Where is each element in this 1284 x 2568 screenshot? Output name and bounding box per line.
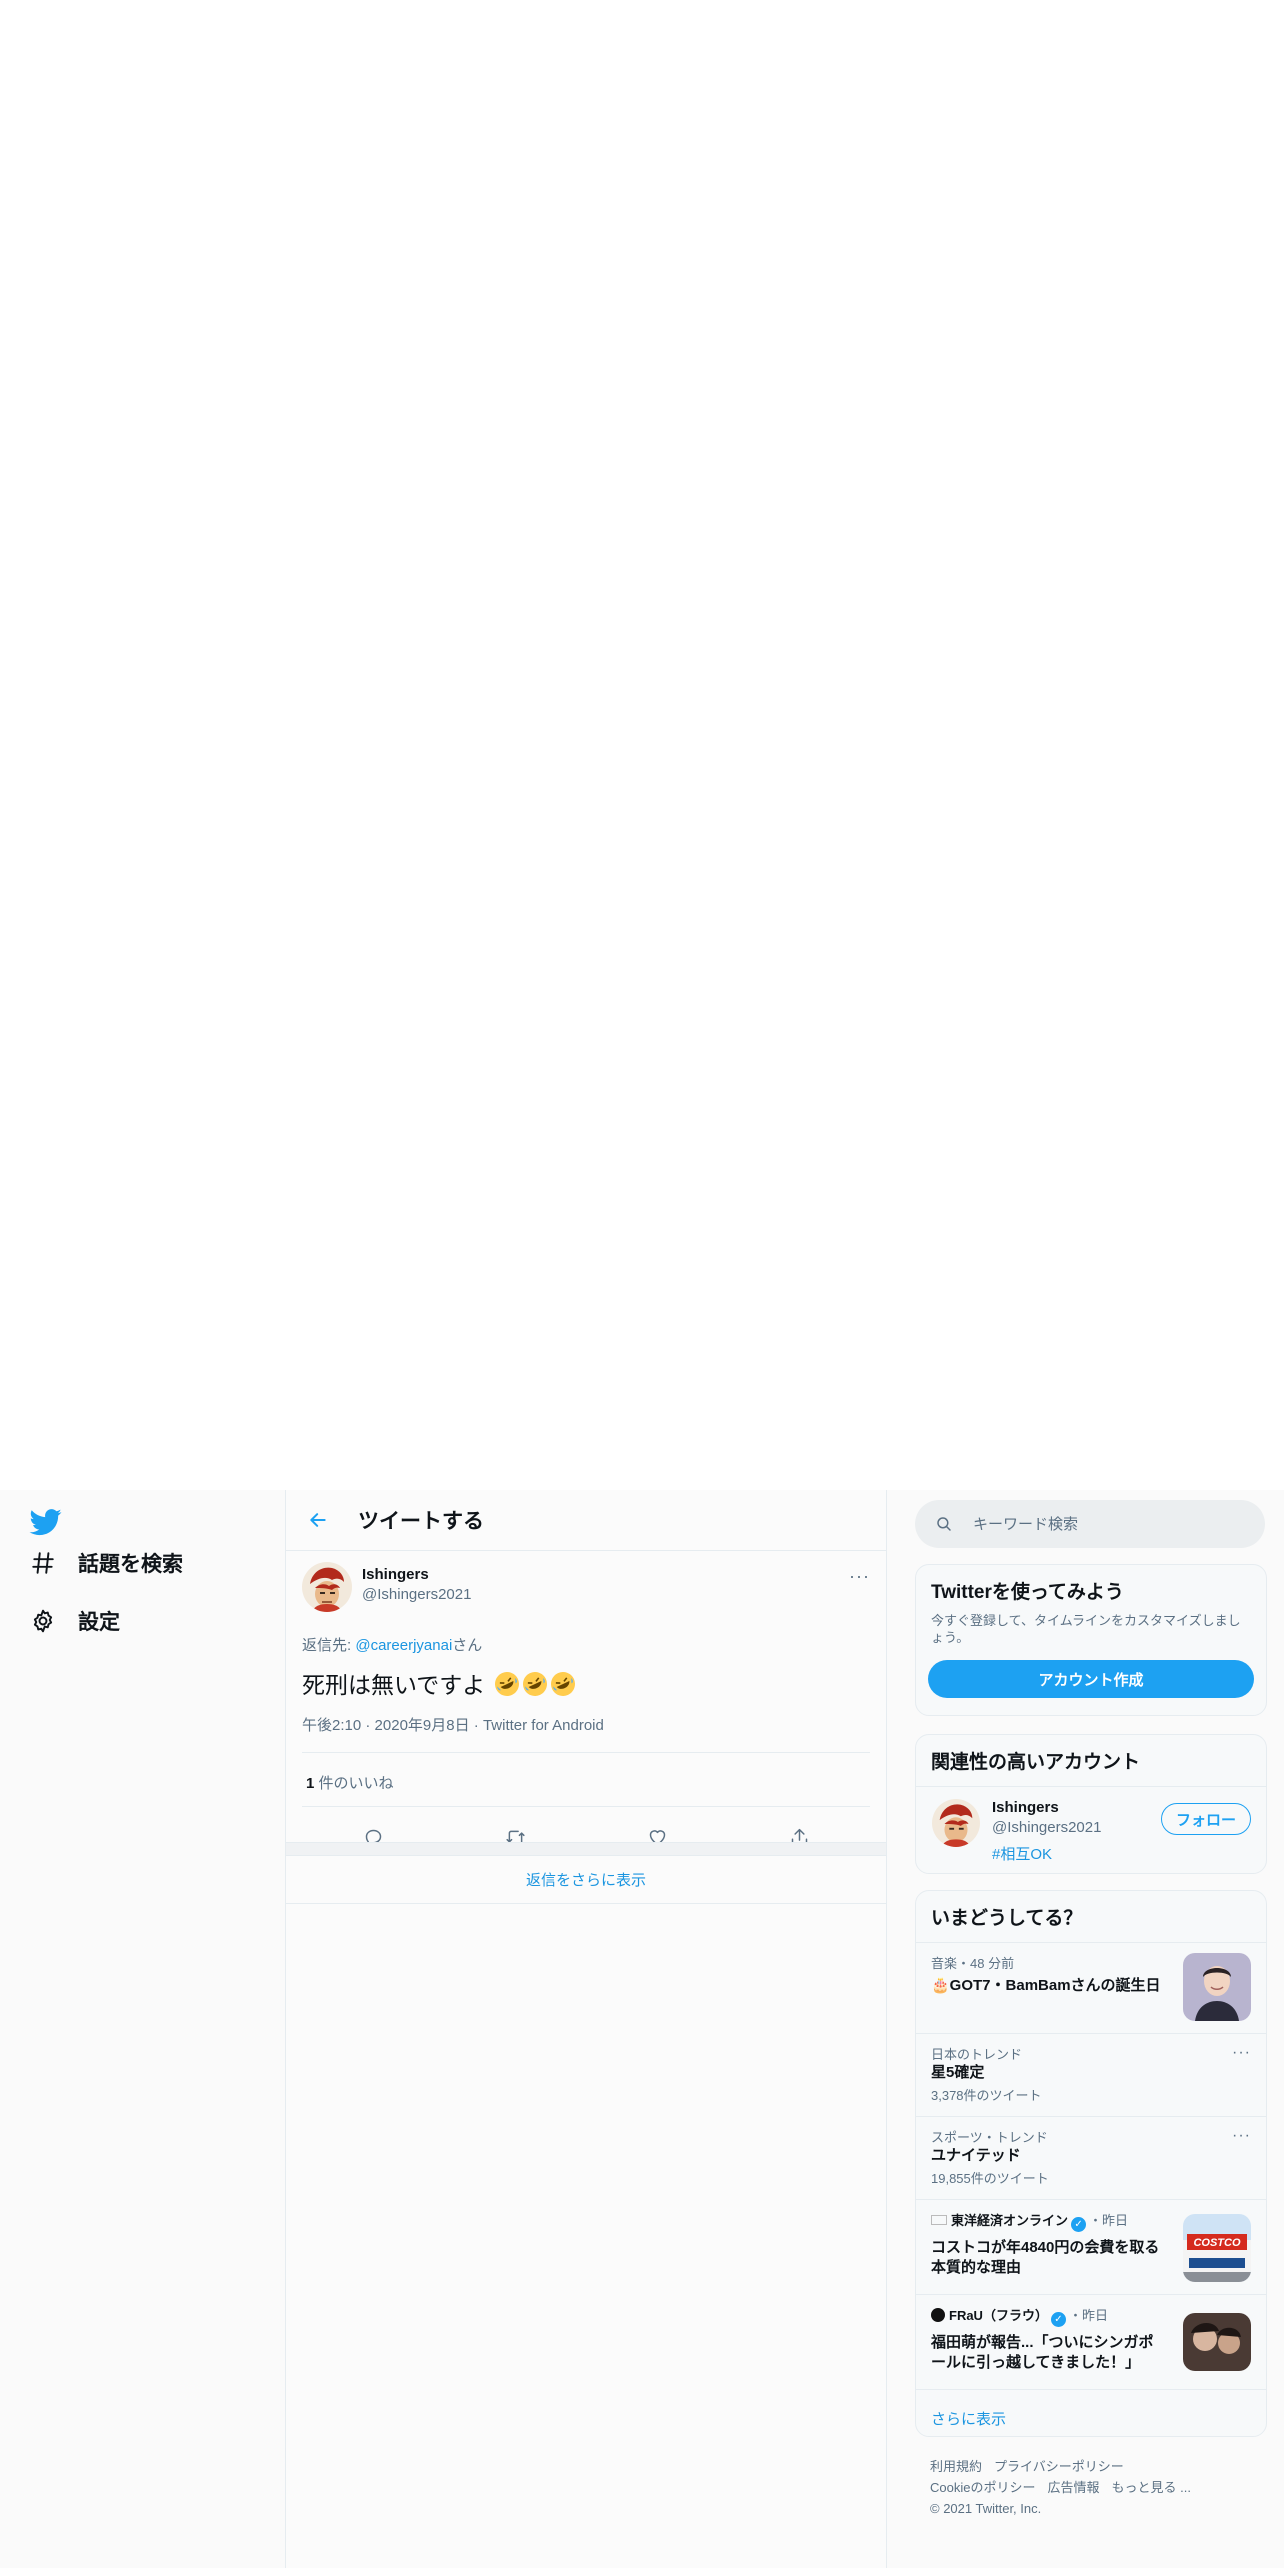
news-source: FRaU（フラウ）	[949, 2308, 1048, 2323]
tweet-meta: 午後2:10 · 2020年9月8日 · Twitter for Android	[302, 1717, 604, 1734]
trend-title: 🎂GOT7・BamBamさんの誕生日	[931, 1977, 1161, 1994]
section-gap	[286, 1842, 886, 1856]
footer-link-ads[interactable]: 広告情報	[1047, 2480, 1099, 2495]
trend-item[interactable]: 東洋経済オンライン ✓ ・昨日 コストコが年4840円の会費を取る本質的な理由 CO…	[916, 2199, 1266, 2294]
trend-tweet-count: 19,855件のツイート	[931, 2171, 1049, 2186]
svg-text:COSTCO: COSTCO	[1193, 2237, 1241, 2249]
reply-suffix: さん	[452, 1637, 483, 1654]
search-input[interactable]	[971, 1514, 1255, 1534]
trend-thumbnail	[1183, 1953, 1251, 2021]
related-name[interactable]: Ishingers	[992, 1799, 1059, 1816]
author-name[interactable]: Ishingers	[362, 1566, 429, 1583]
nav-explore[interactable]: 話題を検索	[30, 1548, 183, 1578]
related-avatar[interactable]	[932, 1799, 980, 1847]
footer-link-more[interactable]: もっと見る ...	[1111, 2480, 1190, 2495]
trend-title: 福田萌が報告...「ついにシンガポールに引っ越してきました！」	[931, 2334, 1154, 2371]
source-logo-icon	[931, 2308, 945, 2322]
trend-title: コストコが年4840円の会費を取る本質的な理由	[931, 2239, 1160, 2276]
footer-link-cookies[interactable]: Cookieのポリシー	[930, 2480, 1035, 2495]
page-title: ツイートする	[358, 1510, 484, 1533]
trends-card: いまどうしてる？ 音楽・48 分前 🎂GOT7・BamBamさんの誕生日 日本の…	[915, 1890, 1267, 2437]
divider	[302, 1752, 870, 1753]
related-accounts-card: 関連性の高いアカウント Ishingers @Ishingers2021 #相互…	[915, 1734, 1267, 1874]
trend-title: 星5確定	[931, 2064, 985, 2081]
reply-context: 返信先: @careerjyanaiさん	[302, 1634, 482, 1655]
hashtag-icon	[32, 1552, 54, 1574]
search-icon	[937, 1517, 951, 1531]
related-title: 関連性の高いアカウント	[931, 1752, 1141, 1773]
trend-item[interactable]: FRaU（フラウ） ✓ ・昨日 福田萌が報告...「ついにシンガポールに引っ越してき…	[916, 2294, 1266, 2389]
trend-tweet-count: 3,378件のツイート	[931, 2088, 1042, 2103]
author-handle[interactable]: @Ishingers2021	[362, 1586, 471, 1603]
more-options-button[interactable]: ···	[849, 1566, 870, 1587]
related-handle: @Ishingers2021	[992, 1819, 1102, 1836]
trend-more-button[interactable]: ···	[1232, 2044, 1251, 2062]
search-box[interactable]	[915, 1500, 1265, 1548]
store-photo-icon: COSTCO	[1183, 2214, 1251, 2282]
trend-thumbnail: COSTCO	[1183, 2214, 1251, 2282]
create-account-button[interactable]: アカウント作成	[928, 1660, 1254, 1698]
trend-meta: 日本のトレンド	[931, 2047, 1023, 2062]
trend-item[interactable]: 音楽・48 分前 🎂GOT7・BamBamさんの誕生日	[916, 1942, 1266, 2033]
rolling-laughing-emoji-icon	[494, 1672, 519, 1696]
tweet-time[interactable]: 午後2:10	[302, 1717, 361, 1734]
follow-button[interactable]: フォロー	[1161, 1803, 1251, 1835]
trends-show-more-link[interactable]: さらに表示	[916, 2389, 1266, 2436]
avatar-illustration	[932, 1799, 980, 1847]
tweet-date[interactable]: 2020年9月8日	[375, 1717, 470, 1734]
gear-icon	[33, 1609, 53, 1633]
news-time: ・昨日	[1068, 2308, 1108, 2323]
trends-title: いまどうしてる？	[931, 1908, 1083, 1929]
trend-item[interactable]: 日本のトレンド 星5確定 3,378件のツイート ···	[916, 2033, 1266, 2116]
tweet-text: 死刑は無いですよ	[302, 1666, 576, 1700]
avatar-illustration	[302, 1562, 352, 1612]
twitter-logo-icon[interactable]	[28, 1506, 64, 1538]
tweet-text-content: 死刑は無いですよ	[302, 1672, 486, 1698]
nav-explore-label: 話題を検索	[78, 1553, 183, 1576]
like-label: 件のいいね	[314, 1775, 394, 1792]
primary-column: ツイートする Ishingers @Ishingers2021 ··· 返信先:…	[285, 1490, 887, 2568]
app-shell: 話題を検索 設定 ツイートする Ishingers @Ishingers2021…	[0, 1490, 1284, 2568]
signup-card: Twitterを使ってみよう 今すぐ登録して、タイムラインをカスタマイズしましょ…	[915, 1564, 1267, 1716]
trend-meta: スポーツ・トレンド	[931, 2130, 1048, 2145]
person-photo-icon	[1183, 2313, 1251, 2371]
nav-settings-label: 設定	[78, 1611, 120, 1634]
back-button[interactable]	[300, 1502, 336, 1538]
trend-more-button[interactable]: ···	[1232, 2127, 1251, 2145]
show-more-replies-link[interactable]: 返信をさらに表示	[286, 1855, 886, 1904]
reply-prefix: 返信先:	[302, 1637, 356, 1654]
nav-settings[interactable]: 設定	[30, 1606, 120, 1636]
signup-description: 今すぐ登録して、タイムラインをカスタマイズしましょう。	[931, 1613, 1241, 1645]
person-photo-icon	[1183, 1953, 1251, 2021]
news-source: 東洋経済オンライン	[951, 2213, 1069, 2228]
trend-thumbnail	[1183, 2313, 1251, 2371]
reply-to-mention-link[interactable]: @careerjyanai	[355, 1637, 452, 1654]
verified-badge-icon: ✓	[1050, 2312, 1066, 2327]
trend-item[interactable]: スポーツ・トレンド ユナイテッド 19,855件のツイート ···	[916, 2116, 1266, 2199]
verified-badge-icon: ✓	[1071, 2217, 1087, 2232]
copyright: © 2021 Twitter, Inc.	[930, 2501, 1042, 2516]
rolling-laughing-emoji-icon	[522, 1672, 547, 1696]
trend-title: ユナイテッド	[931, 2147, 1021, 2164]
column-header: ツイートする	[286, 1490, 886, 1551]
author-avatar[interactable]	[302, 1562, 352, 1612]
footer-link-privacy[interactable]: プライバシーポリシー	[994, 2459, 1124, 2474]
rolling-laughing-emoji-icon	[550, 1672, 575, 1696]
likes-count-link[interactable]: 1 件のいいね	[306, 1772, 394, 1793]
news-time: ・昨日	[1089, 2213, 1129, 2228]
tweet-source[interactable]: Twitter for Android	[483, 1717, 604, 1734]
divider	[302, 1806, 870, 1807]
related-account-item[interactable]: Ishingers @Ishingers2021 #相互OK フォロー	[916, 1786, 1266, 1873]
footer: 利用規約 プライバシーポリシー Cookieのポリシー 広告情報 もっと見る ... …	[930, 2456, 1260, 2519]
related-hashtag-link[interactable]: #相互OK	[992, 1843, 1052, 1864]
footer-link-terms[interactable]: 利用規約	[930, 2459, 982, 2474]
back-arrow-icon	[310, 1513, 326, 1527]
source-logo-icon	[931, 2215, 947, 2225]
signup-title: Twitterを使ってみよう	[931, 1582, 1124, 1603]
